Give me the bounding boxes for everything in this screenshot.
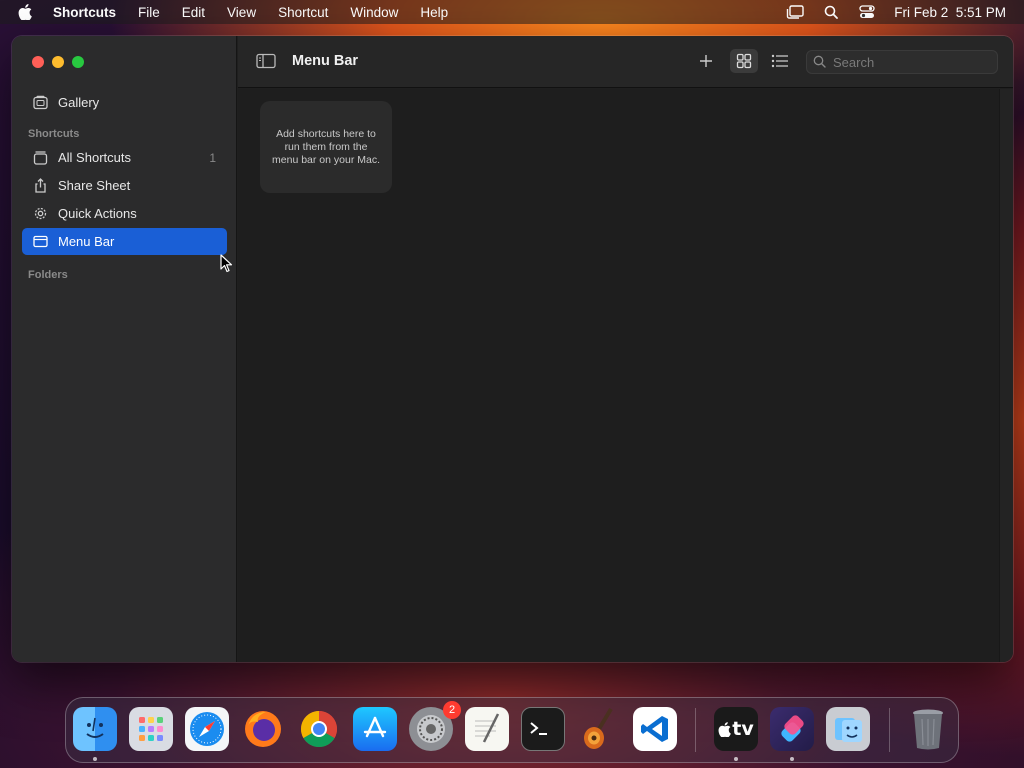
menu-view[interactable]: View <box>227 5 256 20</box>
gallery-icon <box>32 95 48 111</box>
running-indicator <box>93 757 97 761</box>
search-input[interactable] <box>833 54 983 70</box>
mouse-cursor-icon <box>220 254 233 273</box>
grid-view-button[interactable] <box>730 49 758 73</box>
shortcuts-window: Gallery Shortcuts All Shortcuts 1 Share … <box>12 36 1013 662</box>
menu-edit[interactable]: Edit <box>182 5 205 20</box>
window-controls <box>32 56 84 68</box>
apple-menu-icon[interactable] <box>18 3 36 21</box>
sidebar-item-label: Quick Actions <box>58 206 137 221</box>
menu-shortcut[interactable]: Shortcut <box>278 5 328 20</box>
sidebar-toggle-icon[interactable] <box>256 53 276 69</box>
shortcuts-section-heading: Shortcuts <box>28 128 80 140</box>
add-shortcut-button[interactable] <box>692 49 720 73</box>
minimize-button[interactable] <box>52 56 64 68</box>
vscode-icon[interactable] <box>633 707 677 751</box>
menu-help[interactable]: Help <box>420 5 448 20</box>
menu-bar-icon <box>32 234 48 250</box>
system-settings-icon[interactable]: 2 <box>409 701 461 751</box>
apple-tv-icon[interactable]: tv <box>714 707 758 751</box>
tv-label: tv <box>732 718 754 740</box>
sidebar-item-share-sheet[interactable]: Share Sheet <box>22 172 227 199</box>
grid-icon <box>736 53 752 69</box>
stack-icon <box>32 150 48 166</box>
terminal-icon[interactable] <box>521 707 565 751</box>
list-icon <box>771 54 788 68</box>
list-view-button[interactable] <box>766 49 794 73</box>
empty-menu-bar-card: Add shortcuts here to run them from the … <box>260 101 392 193</box>
firefox-icon[interactable] <box>241 707 285 751</box>
garageband-icon[interactable] <box>577 707 621 751</box>
folders-section-heading[interactable]: Folders <box>28 269 68 281</box>
search-field[interactable] <box>806 50 998 74</box>
sidebar-item-label: Gallery <box>58 95 100 110</box>
sidebar-item-quick-actions[interactable]: Quick Actions <box>22 200 227 227</box>
dock-separator <box>695 708 696 752</box>
gear-icon <box>32 206 48 222</box>
page-title: Menu Bar <box>292 53 359 69</box>
sidebar: Gallery Shortcuts All Shortcuts 1 Share … <box>12 36 237 662</box>
sidebar-item-label: All Shortcuts <box>58 150 131 165</box>
menu-bar: Shortcuts File Edit View Shortcut Window… <box>0 0 1024 24</box>
running-indicator <box>734 757 738 761</box>
close-button[interactable] <box>32 56 44 68</box>
search-icon <box>813 55 827 69</box>
app-store-icon[interactable] <box>353 707 397 751</box>
menu-window[interactable]: Window <box>350 5 398 20</box>
textedit-icon[interactable] <box>465 707 509 751</box>
sidebar-item-gallery[interactable]: Gallery <box>22 89 227 116</box>
sidebar-item-all-shortcuts[interactable]: All Shortcuts 1 <box>22 144 227 171</box>
stage-manager-icon[interactable] <box>786 4 804 20</box>
dock: 2 tv <box>65 697 959 763</box>
scrollbar[interactable] <box>999 89 1013 662</box>
safari-icon[interactable] <box>185 707 229 751</box>
menubar-clock[interactable]: Fri Feb 2 5:51 PM <box>894 5 1006 20</box>
share-icon <box>32 178 48 194</box>
notification-badge: 2 <box>443 701 461 719</box>
toolbar: Menu Bar <box>238 36 1013 88</box>
launchpad-icon[interactable] <box>129 707 173 751</box>
shortcuts-content-area: Add shortcuts here to run them from the … <box>238 89 999 662</box>
trash-icon[interactable] <box>906 707 950 751</box>
running-indicator <box>790 757 794 761</box>
plus-icon <box>700 55 712 67</box>
sidebar-item-label: Menu Bar <box>58 234 115 249</box>
menu-app-name[interactable]: Shortcuts <box>53 5 116 20</box>
sidebar-item-label: Share Sheet <box>58 178 131 193</box>
spotlight-search-icon[interactable] <box>822 4 840 20</box>
finder-icon[interactable] <box>73 707 117 751</box>
migration-assistant-icon[interactable] <box>826 707 870 751</box>
menu-file[interactable]: File <box>138 5 160 20</box>
control-center-icon[interactable] <box>858 4 876 20</box>
sidebar-item-menu-bar[interactable]: Menu Bar <box>22 228 227 255</box>
shortcuts-app-icon[interactable] <box>770 707 814 751</box>
chrome-icon[interactable] <box>297 707 341 751</box>
zoom-button[interactable] <box>72 56 84 68</box>
dock-separator <box>889 708 890 752</box>
shortcut-count: 1 <box>209 150 216 165</box>
